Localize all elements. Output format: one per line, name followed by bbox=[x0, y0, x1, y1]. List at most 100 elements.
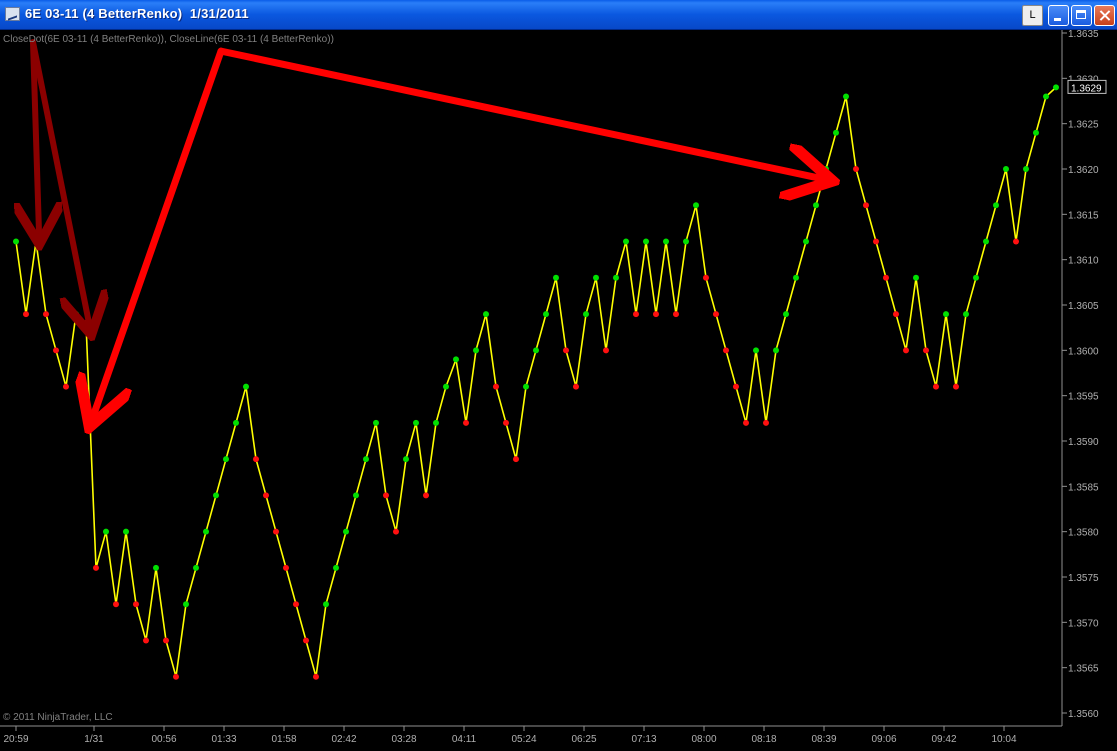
price-tick-label: 1.3570 bbox=[1068, 618, 1099, 629]
close-dot bbox=[43, 311, 49, 318]
close-dot bbox=[673, 311, 679, 318]
price-tick-label: 1.3620 bbox=[1068, 165, 1099, 176]
close-dot bbox=[203, 528, 209, 535]
time-tick-label: 1/31 bbox=[84, 734, 104, 745]
close-dot bbox=[183, 601, 189, 608]
close-dot bbox=[353, 492, 359, 499]
price-tick-label: 1.3615 bbox=[1068, 210, 1099, 221]
close-dot bbox=[323, 601, 329, 608]
time-tick-label: 01:58 bbox=[271, 734, 296, 745]
close-dot bbox=[713, 311, 719, 318]
close-dot bbox=[693, 202, 699, 209]
close-dot bbox=[533, 347, 539, 354]
close-dot bbox=[643, 238, 649, 245]
close-dot bbox=[563, 347, 569, 354]
close-dot bbox=[233, 419, 239, 426]
close-dot bbox=[453, 356, 459, 363]
close-dot bbox=[583, 311, 589, 318]
close-dot bbox=[993, 202, 999, 209]
window-title: 6E 03-11 (4 BetterRenko) 1/31/2011 bbox=[25, 6, 249, 21]
time-tick-label: 09:06 bbox=[871, 734, 896, 745]
close-dot bbox=[273, 528, 279, 535]
close-button[interactable] bbox=[1094, 5, 1115, 26]
maximize-button[interactable] bbox=[1071, 5, 1092, 26]
close-dot bbox=[773, 347, 779, 354]
time-tick-label: 08:39 bbox=[811, 734, 836, 745]
close-dot bbox=[703, 274, 709, 281]
close-dot bbox=[813, 202, 819, 209]
close-dot bbox=[383, 492, 389, 499]
close-dot bbox=[113, 601, 119, 608]
close-dot bbox=[823, 166, 829, 172]
close-dot bbox=[523, 383, 529, 390]
time-tick-label: 04:11 bbox=[452, 734, 477, 745]
close-dot bbox=[363, 456, 369, 463]
close-dot bbox=[1023, 166, 1029, 172]
close-dot bbox=[13, 238, 19, 245]
time-tick-label: 07:13 bbox=[631, 734, 656, 745]
close-dot bbox=[213, 492, 219, 499]
window-titlebar[interactable]: 6E 03-11 (4 BetterRenko) 1/31/2011 L bbox=[0, 0, 1117, 30]
close-dot bbox=[953, 383, 959, 390]
close-dot bbox=[223, 456, 229, 463]
price-tick-label: 1.3635 bbox=[1068, 30, 1099, 40]
close-dot bbox=[133, 601, 139, 608]
chart-app-icon bbox=[5, 7, 20, 21]
close-dot bbox=[873, 238, 879, 245]
price-tick-label: 1.3610 bbox=[1068, 256, 1099, 267]
close-dot bbox=[963, 311, 969, 318]
layout-button[interactable]: L bbox=[1022, 5, 1043, 26]
close-dot bbox=[403, 456, 409, 463]
last-price-label: 1.3629 bbox=[1071, 83, 1102, 94]
time-tick-label: 10:04 bbox=[991, 734, 1016, 745]
close-dot bbox=[243, 383, 249, 390]
close-line bbox=[15, 86, 1057, 677]
close-dot bbox=[193, 564, 199, 571]
close-dot bbox=[923, 347, 929, 354]
annotation-arrow bbox=[217, 47, 819, 178]
close-dot bbox=[343, 528, 349, 535]
annotation-arrow bbox=[94, 47, 225, 414]
close-dot bbox=[293, 601, 299, 608]
price-tick-label: 1.3625 bbox=[1068, 120, 1099, 131]
close-dot bbox=[853, 166, 859, 172]
renko-chart[interactable]: 1.36351.36301.36251.36201.36151.36101.36… bbox=[0, 30, 1117, 751]
close-dot bbox=[833, 129, 839, 136]
close-dot bbox=[1033, 129, 1039, 136]
close-dot bbox=[313, 673, 319, 680]
minimize-button[interactable] bbox=[1048, 5, 1069, 26]
close-dot bbox=[683, 238, 689, 245]
close-dot bbox=[253, 456, 259, 463]
plot-area bbox=[13, 84, 1059, 680]
close-dot bbox=[1053, 84, 1059, 91]
close-dot bbox=[153, 564, 159, 571]
close-dot bbox=[413, 419, 419, 426]
close-dot bbox=[303, 637, 309, 644]
time-tick-label: 01:33 bbox=[211, 734, 236, 745]
close-dot bbox=[123, 528, 129, 535]
close-dot bbox=[173, 673, 179, 680]
close-dot bbox=[23, 311, 29, 318]
price-tick-label: 1.3595 bbox=[1068, 392, 1099, 403]
close-dot bbox=[373, 419, 379, 426]
close-dot bbox=[983, 238, 989, 245]
close-dot bbox=[93, 564, 99, 571]
time-tick-label: 00:56 bbox=[151, 734, 176, 745]
close-dot bbox=[1003, 166, 1009, 172]
close-dot bbox=[943, 311, 949, 318]
close-dot bbox=[573, 383, 579, 390]
close-dot bbox=[1043, 93, 1049, 100]
close-dot bbox=[1013, 238, 1019, 245]
price-axis[interactable]: 1.36351.36301.36251.36201.36151.36101.36… bbox=[1062, 30, 1107, 720]
close-dot bbox=[783, 311, 789, 318]
close-dot bbox=[793, 274, 799, 281]
time-axis[interactable]: 20:59 1/31 00:56 01:33 01:58 02:42 03:28 04:11 0… bbox=[3, 726, 1017, 745]
close-dot bbox=[753, 347, 759, 354]
close-dot bbox=[603, 347, 609, 354]
close-dot bbox=[33, 238, 39, 245]
close-dot bbox=[473, 347, 479, 354]
close-dot bbox=[553, 274, 559, 281]
arrow-annotations bbox=[33, 39, 819, 414]
close-dot bbox=[143, 637, 149, 644]
close-dot bbox=[803, 238, 809, 245]
